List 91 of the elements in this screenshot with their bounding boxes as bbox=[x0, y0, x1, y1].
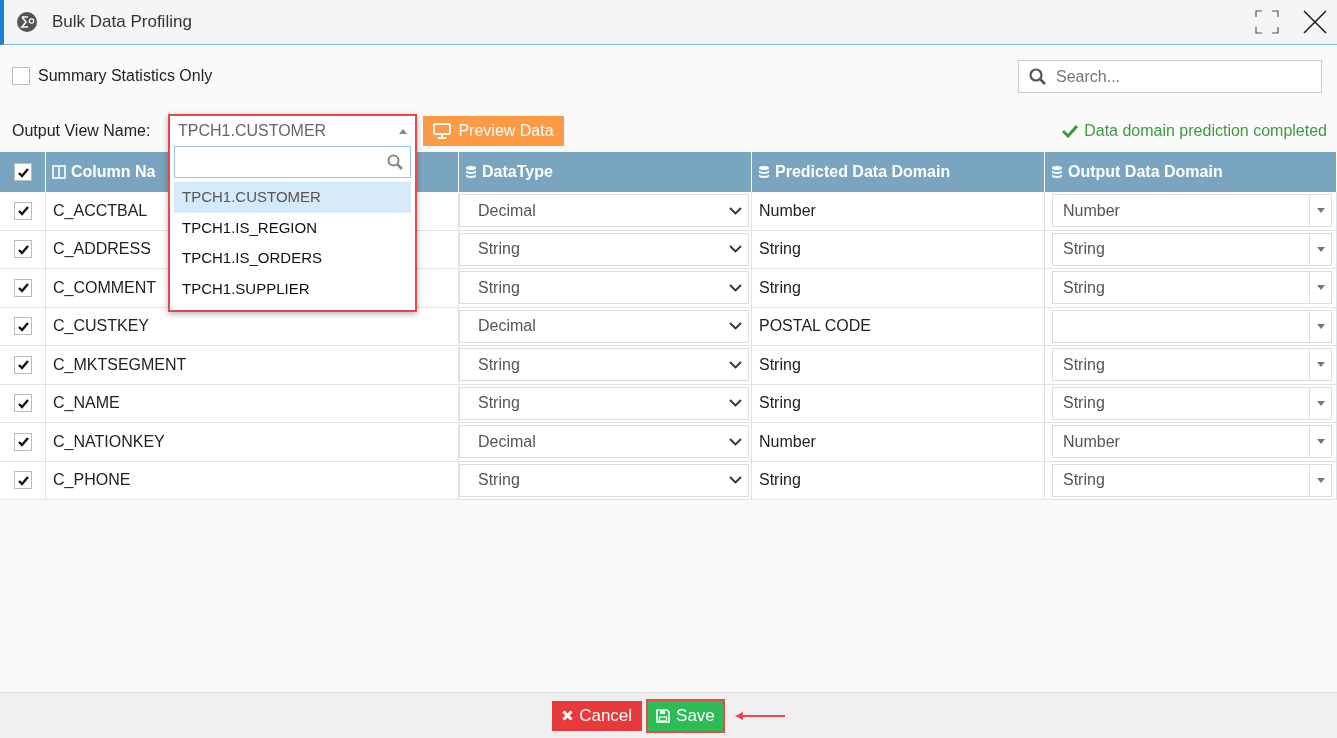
data-type-select[interactable]: Decimal bbox=[459, 194, 749, 228]
row-checkbox[interactable] bbox=[13, 432, 32, 451]
row-checkbox[interactable] bbox=[13, 278, 32, 297]
chevron-down-icon bbox=[729, 206, 742, 215]
database-icon bbox=[465, 165, 477, 179]
table-cell-text: C_ADDRESS bbox=[53, 239, 151, 260]
chevron-down-icon bbox=[729, 399, 742, 408]
maximize-icon[interactable] bbox=[1255, 10, 1279, 34]
checkbox[interactable] bbox=[12, 67, 30, 85]
column-header: Column Na bbox=[71, 162, 156, 182]
cancel-button[interactable]: Cancel bbox=[552, 700, 643, 731]
table-cell-text: String bbox=[759, 239, 801, 260]
dropdown-search-field[interactable] bbox=[174, 146, 411, 178]
row-checkbox[interactable] bbox=[13, 240, 32, 259]
field-label: Output View Name: bbox=[12, 120, 151, 141]
row-checkbox[interactable] bbox=[13, 201, 32, 220]
checkbox-label: Summary Statistics Only bbox=[38, 66, 213, 86]
table-cell-text: C_PHONE bbox=[53, 470, 131, 491]
domain-select[interactable]: String bbox=[1052, 271, 1332, 305]
chevron-down-icon bbox=[729, 283, 742, 292]
monitor-icon bbox=[433, 122, 452, 139]
caret-up-icon bbox=[399, 128, 407, 134]
select-all-checkbox[interactable] bbox=[13, 163, 32, 181]
row-checkbox[interactable] bbox=[13, 355, 32, 374]
columns-icon bbox=[52, 165, 66, 179]
table-cell-text: C_COMMENT bbox=[53, 277, 157, 298]
chevron-down-icon bbox=[729, 322, 742, 331]
window-title: Bulk Data Profiling bbox=[52, 11, 192, 34]
caret-down-icon bbox=[1316, 208, 1325, 214]
data-type-select[interactable]: Decimal bbox=[459, 425, 749, 459]
dropdown-option[interactable]: TPCH1.CUSTOMER bbox=[174, 182, 411, 213]
table-cell-text: String bbox=[759, 393, 801, 414]
table-cell-text: C_NATIONKEY bbox=[53, 431, 165, 452]
data-type-select[interactable]: String bbox=[459, 348, 749, 382]
domain-select[interactable]: String bbox=[1052, 232, 1332, 266]
table-cell-text: C_NAME bbox=[53, 393, 120, 414]
domain-select[interactable]: String bbox=[1052, 348, 1332, 382]
search-icon bbox=[387, 154, 403, 170]
checkmark-icon bbox=[15, 358, 30, 372]
search-field[interactable]: Search... bbox=[1018, 60, 1322, 93]
search-icon bbox=[1029, 68, 1046, 85]
table-cell-text: POSTAL CODE bbox=[759, 316, 872, 337]
checkmark-icon bbox=[15, 281, 30, 295]
domain-select[interactable]: String bbox=[1052, 386, 1332, 420]
column-header: Output Data Domain bbox=[1068, 162, 1223, 182]
chevron-down-icon bbox=[729, 476, 742, 485]
close-icon[interactable] bbox=[1303, 10, 1327, 34]
column-header: Predicted Data Domain bbox=[775, 162, 951, 182]
data-type-select[interactable]: String bbox=[459, 463, 749, 497]
caret-down-icon bbox=[1316, 477, 1325, 483]
data-type-select[interactable]: String bbox=[459, 271, 749, 305]
column-header: DataType bbox=[482, 162, 553, 182]
row-checkbox[interactable] bbox=[13, 471, 32, 490]
check-icon bbox=[1062, 123, 1079, 138]
data-type-select[interactable]: String bbox=[459, 232, 749, 266]
row-checkbox[interactable] bbox=[13, 317, 32, 336]
dropdown-option[interactable]: TPCH1.IS_REGION bbox=[174, 212, 411, 243]
x-icon bbox=[562, 710, 574, 721]
caret-down-icon bbox=[1316, 439, 1325, 445]
row-checkbox[interactable] bbox=[13, 394, 32, 413]
table-cell-text: C_CUSTKEY bbox=[53, 316, 150, 337]
table-cell-text: String bbox=[759, 277, 801, 298]
dropdown-option[interactable]: TPCH1.SUPPLIER bbox=[174, 273, 411, 304]
table-cell-text: String bbox=[759, 470, 801, 491]
dropdown-option[interactable]: TPCH1.IS_ORDERS bbox=[174, 243, 411, 274]
caret-down-icon bbox=[1316, 362, 1325, 368]
table-cell-text: C_ACCTBAL bbox=[53, 200, 148, 221]
database-icon bbox=[1051, 165, 1063, 179]
status-message: Data domain prediction completed bbox=[1084, 120, 1327, 141]
chevron-down-icon bbox=[729, 360, 742, 369]
data-type-select[interactable]: String bbox=[459, 386, 749, 420]
table-cell-text: Number bbox=[759, 431, 816, 452]
database-icon bbox=[758, 165, 770, 179]
caret-down-icon bbox=[1316, 246, 1325, 252]
table-cell-text: C_MKTSEGMENT bbox=[53, 354, 187, 375]
domain-select[interactable]: Number bbox=[1052, 194, 1332, 228]
checkmark-icon bbox=[15, 204, 30, 218]
caret-down-icon bbox=[1316, 400, 1325, 406]
caret-down-icon bbox=[1316, 285, 1325, 291]
domain-select[interactable]: Number bbox=[1052, 425, 1332, 459]
selected-value[interactable]: TPCH1.CUSTOMER bbox=[178, 119, 327, 143]
domain-select[interactable]: String bbox=[1052, 463, 1332, 497]
caret-down-icon bbox=[1316, 323, 1325, 329]
arrow-annotation bbox=[734, 710, 785, 721]
chevron-down-icon bbox=[729, 437, 742, 446]
table-cell-text: String bbox=[759, 354, 801, 375]
table-cell-text: Number bbox=[759, 200, 816, 221]
chevron-down-icon bbox=[729, 245, 742, 254]
checkmark-icon bbox=[15, 435, 30, 449]
data-type-select[interactable]: Decimal bbox=[459, 309, 749, 343]
app-icon bbox=[16, 11, 38, 33]
